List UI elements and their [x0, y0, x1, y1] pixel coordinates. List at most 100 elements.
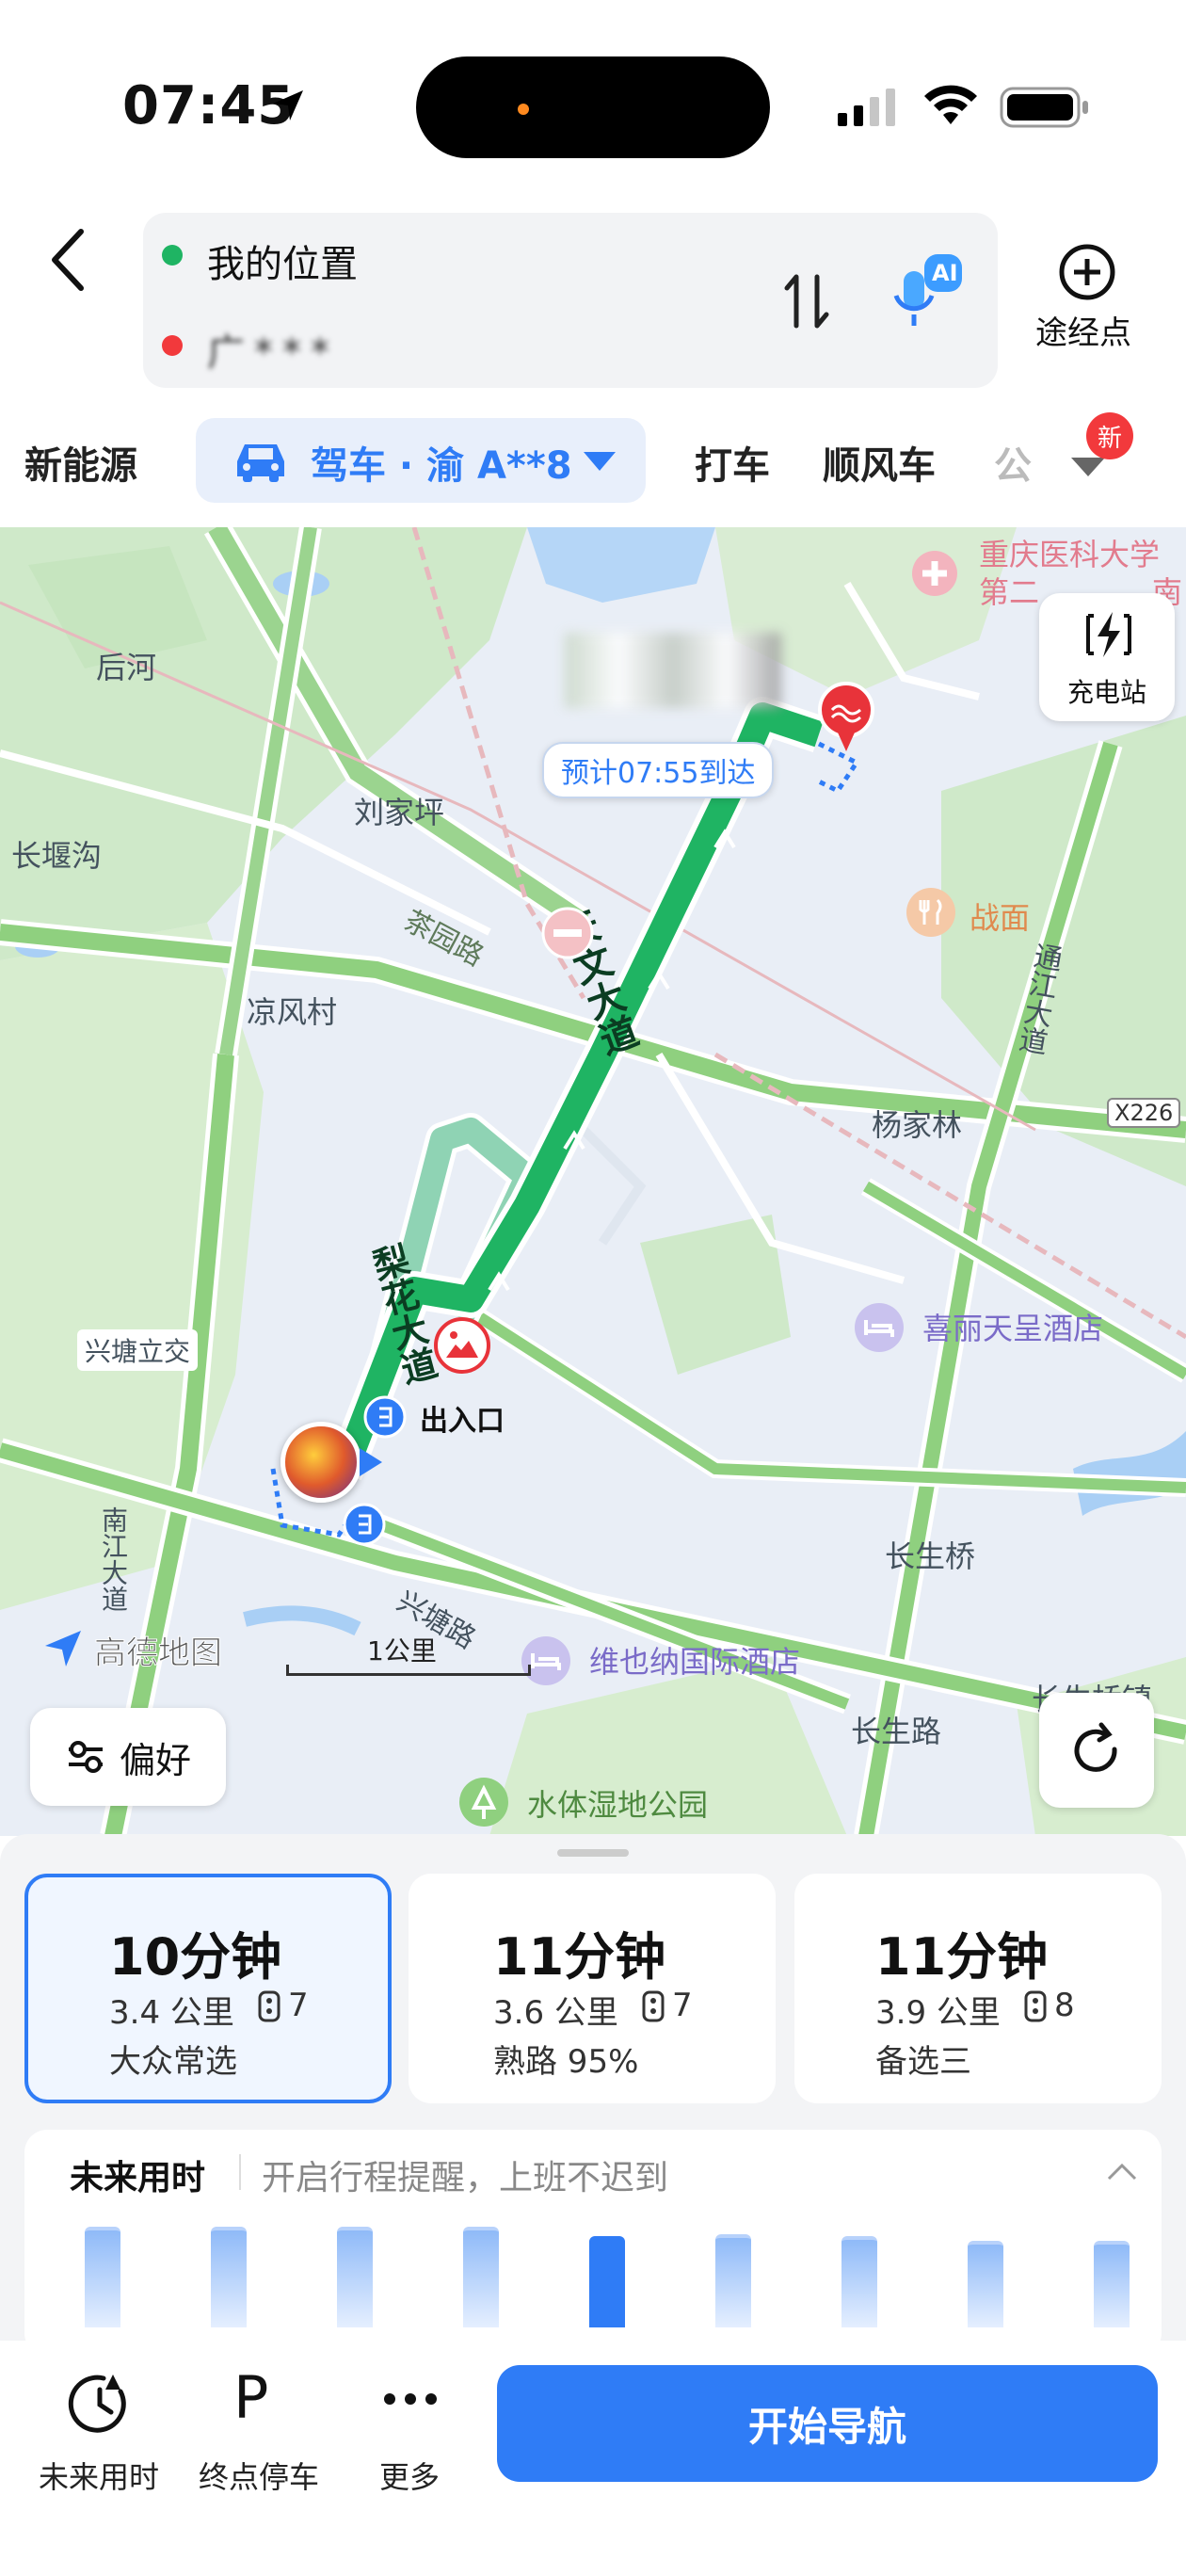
charging-station-button[interactable]: 充电站 [1039, 593, 1175, 721]
traffic-light-icon [258, 1990, 280, 2022]
place-zhanmian: 战面 [970, 900, 1031, 936]
future-time-bar[interactable] [715, 2234, 751, 2327]
filter-sliders-icon [68, 1741, 103, 1773]
future-time-bar[interactable] [463, 2227, 499, 2327]
construction-icon [434, 1317, 490, 1374]
place-houhe: 后河 [96, 650, 157, 685]
add-waypoint-icon[interactable] [1058, 243, 1116, 301]
place-yangjialin: 杨家林 [872, 1107, 963, 1143]
route-2-distance: 3.6 公里 [493, 1994, 618, 2032]
route-1-distance: 3.4 公里 [109, 1994, 234, 2032]
signal-icon [838, 89, 895, 126]
entrance-label: 出入口 [420, 1405, 505, 1438]
place-changyangou: 长堰沟 [11, 838, 103, 874]
refresh-icon [1074, 1722, 1117, 1772]
route-card-1[interactable]: 10分钟 3.4 公里 7 大众常选 [24, 1874, 392, 2103]
destination-poi-label [565, 633, 781, 708]
road-changsheng: 长生路 [851, 1714, 942, 1749]
route-1-lights: 7 [288, 1987, 309, 2024]
place-xingtangli: 兴塘立交 [77, 1329, 199, 1371]
parking-icon: P [233, 2363, 269, 2432]
scale-label: 1公里 [367, 1635, 437, 1666]
entrance-icon [363, 1395, 407, 1439]
location-arrow-icon [273, 90, 303, 121]
heading-arrow-icon [360, 1448, 382, 1476]
future-time-title: 未来用时 [70, 2159, 206, 2198]
eta-badge: 预计07:55到达 [542, 742, 775, 798]
swap-vertical-icon[interactable] [781, 271, 832, 331]
destination-dot [162, 335, 183, 356]
more-button[interactable]: 更多 [339, 2363, 480, 2533]
gaode-logo-icon [45, 1631, 81, 1666]
dynamic-island [416, 56, 770, 158]
future-time-bar[interactable] [589, 2236, 625, 2327]
route-3-lights: 8 [1054, 1987, 1075, 2024]
future-time-hint: 开启行程提醒，上班不迟到 [262, 2159, 669, 2198]
ai-badge: AI [932, 260, 958, 286]
place-liangfengcun: 凉风村 [247, 994, 338, 1030]
more-dots-icon [384, 2393, 437, 2405]
car-icon [237, 444, 284, 482]
waypoint-label[interactable]: 途经点 [1035, 307, 1131, 353]
route-2-time: 11分钟 [493, 1927, 666, 1987]
place-liujiaping: 刘家坪 [354, 795, 445, 830]
back-button[interactable] [43, 226, 92, 294]
entrance-icon [343, 1503, 386, 1546]
future-time-bar[interactable] [1094, 2241, 1130, 2327]
traffic-light-icon [1024, 1990, 1047, 2022]
more-button-label: 更多 [378, 2459, 440, 2495]
future-time-bar[interactable] [85, 2227, 120, 2327]
road-nanjiang: 南江大道 [98, 1506, 129, 1612]
privacy-indicator [518, 104, 529, 115]
mode-bus[interactable]: 公 [994, 435, 1032, 490]
park-icon [459, 1778, 508, 1827]
road-x226: X226 [1107, 1098, 1181, 1128]
origin-dot [162, 245, 183, 266]
hospital-icon [912, 551, 957, 596]
route-card-3[interactable]: 11分钟 3.9 公里 8 备选三 [794, 1874, 1162, 2103]
route-1-time: 10分钟 [109, 1927, 282, 1987]
mode-drive-label: 驾车 · 渝 A**8 [311, 444, 572, 488]
future-time-button-label: 未来用时 [38, 2459, 159, 2495]
refresh-button[interactable] [1039, 1693, 1154, 1808]
battery-icon [1000, 87, 1088, 128]
destination-pin-icon [818, 682, 874, 751]
future-time-bar[interactable] [337, 2227, 373, 2327]
route-2-tag: 熟路 95% [493, 2043, 639, 2081]
charging-station-label: 充电站 [1066, 677, 1146, 708]
mode-carpool[interactable]: 顺风车 [823, 435, 936, 490]
future-time-panel[interactable]: 未来用时 开启行程提醒，上班不迟到 [24, 2130, 1162, 2356]
no-entry-icon [541, 907, 594, 959]
sheet-handle[interactable] [557, 1849, 629, 1857]
future-time-bar[interactable] [968, 2241, 1003, 2327]
map-view[interactable]: 预计07:55到达 重庆医科大学 第二 南 充电站 后河 长堰沟 刘家坪 茶园路… [0, 527, 1186, 1836]
status-bar: 07:45 [0, 0, 1186, 207]
lightning-icon [1086, 612, 1131, 657]
route-1-tag: 大众常选 [109, 2043, 237, 2081]
start-navigation-button[interactable]: 开始导航 [497, 2365, 1158, 2482]
future-time-button[interactable]: 未来用时 [19, 2363, 179, 2533]
origin-field[interactable]: 我的位置 [207, 233, 358, 288]
future-time-bars [24, 2205, 1162, 2356]
place-wetland-park: 水体湿地公园 [527, 1787, 709, 1823]
new-badge: 新 [1086, 412, 1133, 459]
voice-ai-button[interactable]: AI [890, 252, 964, 337]
mode-taxi[interactable]: 打车 [695, 435, 770, 490]
destination-field[interactable]: 广*** [207, 322, 339, 377]
route-card-2[interactable]: 11分钟 3.6 公里 7 熟路 95% [409, 1874, 776, 2103]
future-time-bar[interactable] [211, 2227, 247, 2327]
map-provider: 高德地图 [94, 1634, 223, 1673]
scale-bar [286, 1665, 531, 1676]
chevron-up-icon[interactable] [1105, 2160, 1139, 2182]
hotel-icon [521, 1636, 570, 1685]
place-vienna-hotel: 维也纳国际酒店 [589, 1644, 801, 1680]
preference-label: 偏好 [119, 1739, 191, 1781]
destination-parking-button[interactable]: P 终点停车 [179, 2363, 339, 2533]
place-hospital-line2: 第二 [979, 574, 1040, 610]
place-xili-hotel: 喜丽天呈酒店 [922, 1311, 1104, 1346]
mode-new-energy[interactable]: 新能源 [24, 435, 137, 490]
preference-button[interactable]: 偏好 [30, 1708, 226, 1806]
future-time-bar[interactable] [841, 2236, 877, 2327]
traffic-light-icon [642, 1990, 665, 2022]
route-2-lights: 7 [672, 1987, 693, 2024]
